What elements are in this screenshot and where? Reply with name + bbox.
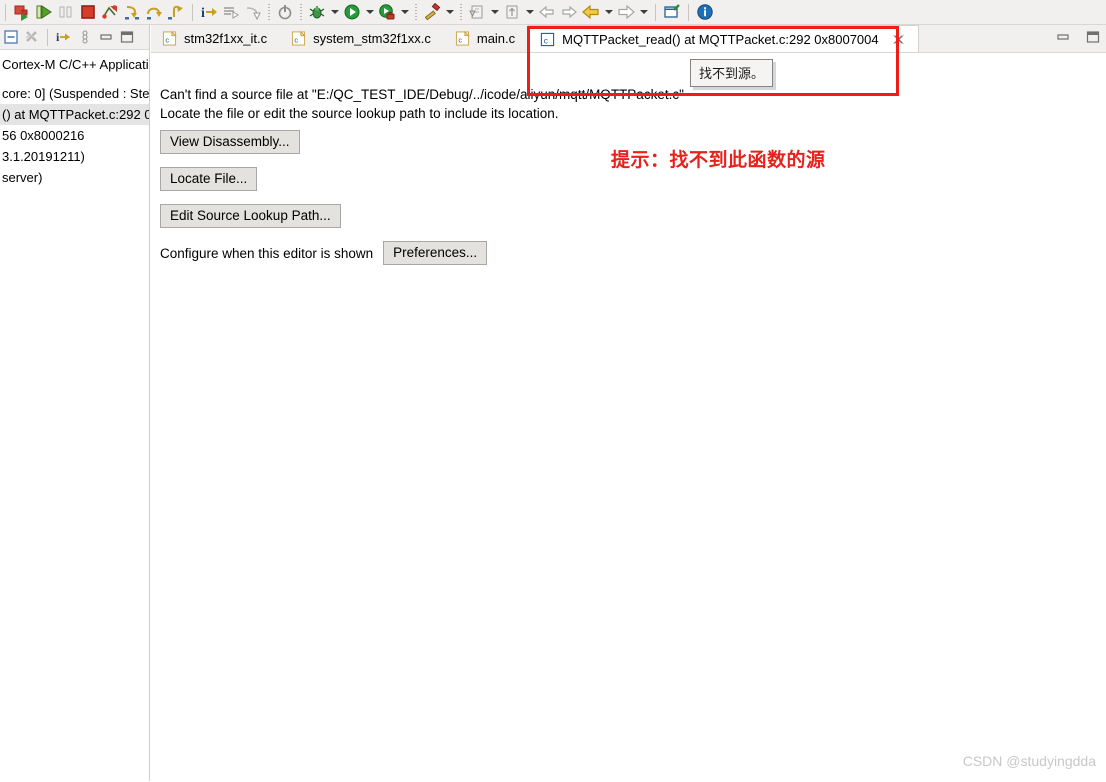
- last-edit-location-icon: [466, 1, 488, 23]
- toolbar-dots-separator: [415, 4, 417, 20]
- step-over-icon[interactable]: [143, 1, 165, 23]
- profile-icon[interactable]: [376, 1, 398, 23]
- debug-tree[interactable]: Cortex-M C/C++ Applicati core: 0] (Suspe…: [0, 50, 149, 188]
- instruction-stepping-icon[interactable]: i: [198, 1, 220, 23]
- editor-tab-label: stm32f1xx_it.c: [184, 31, 268, 46]
- toolbar-dots-separator: [268, 4, 270, 20]
- svg-text:c: c: [294, 35, 298, 44]
- editor-tab-label: MQTTPacket_read() at MQTTPacket.c:292 0x…: [562, 31, 879, 47]
- debug-view-panel: i Cortex-M C/C++ Applicati core: 0] (Sus…: [0, 25, 150, 781]
- forward-arrow-icon: [615, 1, 637, 23]
- tree-row[interactable]: 3.1.20191211): [0, 146, 149, 167]
- maximize-view-icon[interactable]: [116, 27, 137, 48]
- build-dropdown-icon[interactable]: [443, 1, 456, 23]
- resume-icon[interactable]: [33, 1, 55, 23]
- info-icon[interactable]: [694, 1, 716, 23]
- main-toolbar: i: [0, 0, 1106, 25]
- view-disassembly-button[interactable]: View Disassembly...: [160, 130, 300, 154]
- minimize-view-icon[interactable]: [95, 27, 116, 48]
- view-toolbar-separator: [47, 28, 48, 46]
- annotation-note-text: 提示：找不到此函数的源: [611, 150, 826, 171]
- svg-text:c: c: [544, 35, 548, 45]
- view-menu-icon[interactable]: [74, 27, 95, 48]
- power-icon[interactable]: [274, 1, 296, 23]
- svg-text:c: c: [165, 35, 169, 44]
- maximize-editor-icon[interactable]: [1084, 28, 1102, 46]
- build-hammer-icon[interactable]: [421, 1, 443, 23]
- editor-tab-system_stm32f1xx[interactable]: c system_stm32f1xx.c: [280, 25, 444, 52]
- resume-skip-breakpoints-icon[interactable]: [11, 1, 33, 23]
- show-instruction-icon[interactable]: i: [53, 27, 74, 48]
- watermark: CSDN @studyingdda: [962, 753, 1096, 769]
- forward-small-icon: [558, 1, 580, 23]
- toolbar-separator: [5, 3, 6, 21]
- open-type-icon: [501, 1, 523, 23]
- new-window-icon[interactable]: [661, 1, 683, 23]
- disconnect-icon[interactable]: [99, 1, 121, 23]
- collapse-all-icon[interactable]: [0, 27, 21, 48]
- svg-text:c: c: [458, 35, 462, 44]
- editor-tab-stm32f1xx_it[interactable]: c stm32f1xx_it.c: [151, 25, 280, 52]
- editor-tabstrip: c stm32f1xx_it.c c system_stm32f1xx.c c …: [151, 25, 1106, 53]
- remove-terminated-icon: [21, 27, 42, 48]
- terminate-icon[interactable]: [77, 1, 99, 23]
- tree-row[interactable]: core: 0] (Suspended : Step: [0, 83, 149, 104]
- editor-tab-main[interactable]: c main.c: [444, 25, 528, 52]
- source-not-found-tooltip: 找不到源。: [690, 59, 774, 87]
- close-icon[interactable]: [892, 33, 905, 46]
- edit-source-lookup-path-button[interactable]: Edit Source Lookup Path...: [160, 204, 341, 228]
- debug-view-toolbar: i: [0, 25, 149, 50]
- forward-dropdown-icon[interactable]: [637, 1, 650, 23]
- svg-text:i: i: [201, 6, 205, 21]
- suspend-icon: [55, 1, 77, 23]
- debug-bug-icon[interactable]: [306, 1, 328, 23]
- back-small-icon: [536, 1, 558, 23]
- c-file-icon: c: [541, 32, 555, 46]
- open-type-dropdown-icon[interactable]: [523, 1, 536, 23]
- run-dropdown-icon[interactable]: [363, 1, 376, 23]
- source-not-found-message-line2: Locate the file or edit the source looku…: [160, 106, 559, 121]
- svg-text:i: i: [56, 30, 60, 44]
- tree-row[interactable]: server): [0, 167, 149, 188]
- configure-editor-label: Configure when this editor is shown: [160, 245, 374, 261]
- run-icon[interactable]: [341, 1, 363, 23]
- drop-to-frame-icon: [242, 1, 264, 23]
- minimize-editor-icon[interactable]: [1054, 28, 1072, 46]
- back-dropdown-icon[interactable]: [602, 1, 615, 23]
- editor-tab-mqttpacket-read[interactable]: c MQTTPacket_read() at MQTTPacket.c:292 …: [528, 25, 919, 52]
- editor-tab-label: main.c: [476, 31, 516, 46]
- debug-dropdown-icon[interactable]: [328, 1, 341, 23]
- tree-row[interactable]: Cortex-M C/C++ Applicati: [0, 54, 149, 75]
- source-not-found-message-line1: Can't find a source file at "E:/QC_TEST_…: [160, 87, 684, 102]
- tree-row[interactable]: () at MQTTPacket.c:292 0: [0, 104, 149, 125]
- toolbar-separator: [655, 3, 656, 21]
- toolbar-separator: [192, 3, 193, 21]
- c-file-icon: c: [292, 31, 306, 46]
- back-arrow-icon[interactable]: [580, 1, 602, 23]
- profile-dropdown-icon[interactable]: [398, 1, 411, 23]
- toolbar-dots-separator: [460, 4, 462, 20]
- c-file-icon: c: [162, 31, 177, 46]
- step-into-selection-icon: [220, 1, 242, 23]
- toolbar-separator: [688, 3, 689, 21]
- editor-tab-label: system_stm32f1xx.c: [313, 31, 431, 46]
- toolbar-dots-separator: [300, 4, 302, 20]
- editor-window-controls: [1054, 28, 1102, 46]
- preferences-button[interactable]: Preferences...: [383, 241, 488, 265]
- configure-editor-row: Configure when this editor is shown Pref…: [160, 241, 488, 265]
- locate-file-button[interactable]: Locate File...: [160, 167, 258, 191]
- editor-area: c stm32f1xx_it.c c system_stm32f1xx.c c …: [151, 25, 1106, 782]
- step-return-icon[interactable]: [165, 1, 187, 23]
- step-into-icon[interactable]: [121, 1, 143, 23]
- c-file-icon: c: [455, 31, 470, 46]
- last-edit-dropdown-icon[interactable]: [488, 1, 501, 23]
- tree-row[interactable]: 56 0x8000216: [0, 125, 149, 146]
